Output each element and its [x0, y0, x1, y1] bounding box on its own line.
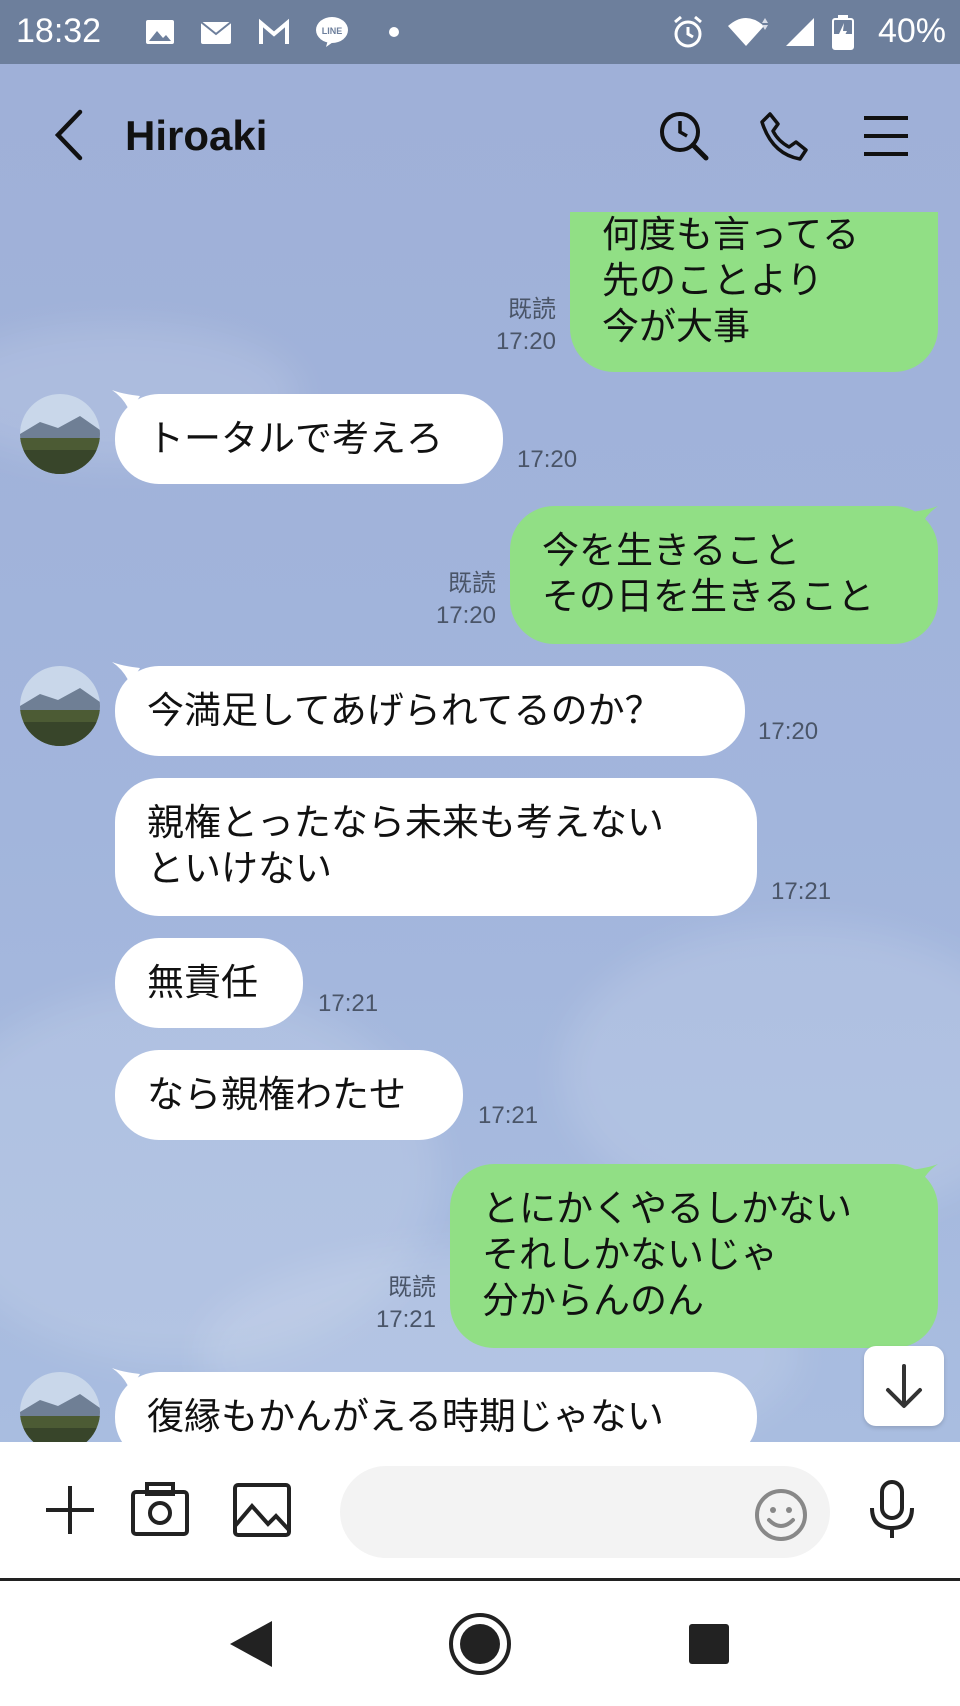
message-bubble-incoming[interactable]: なら親権わたせ: [115, 1050, 463, 1140]
svg-text:LINE: LINE: [322, 26, 343, 36]
message-bubble-outgoing[interactable]: 何度も言ってる 先のことより 今が大事: [570, 212, 938, 372]
search-icon[interactable]: [656, 108, 712, 164]
arrow-down-icon: [886, 1364, 922, 1408]
image-icon[interactable]: [232, 1480, 292, 1540]
phone-icon[interactable]: [756, 108, 812, 164]
read-receipt: 既読: [388, 1274, 436, 1301]
message-text: 分からんのん: [482, 1279, 704, 1322]
nav-recents-icon[interactable]: [674, 1609, 744, 1679]
message-text: 無責任: [147, 961, 258, 1004]
message-time: 17:20: [758, 718, 819, 745]
message-time: 17:20: [495, 328, 556, 355]
status-time: 18:32: [16, 12, 102, 50]
message-text: 何度も言ってる: [602, 213, 860, 256]
avatar[interactable]: [20, 666, 100, 746]
message-text: なら親権わたせ: [147, 1073, 406, 1116]
read-receipt: 既読: [448, 570, 496, 597]
message-meta: 17:21: [771, 876, 831, 908]
dot-icon: [389, 27, 399, 37]
read-receipt: 既読: [508, 296, 556, 323]
avatar[interactable]: [20, 394, 100, 474]
message-meta: 17:21: [318, 988, 378, 1020]
message-input-bar: [0, 1442, 960, 1581]
chat-title[interactable]: Hiroaki: [125, 112, 267, 160]
message-time: 17:20: [435, 602, 496, 629]
message-text: 先のことより: [602, 259, 824, 302]
message-text: 親権とったなら未来も考えない: [147, 801, 664, 844]
message-text: とにかくやるしかない: [482, 1187, 852, 1230]
mic-icon[interactable]: [862, 1480, 922, 1540]
message-time: 17:21: [318, 990, 379, 1017]
message-text: といけない: [147, 847, 332, 890]
message-text: 今を生きること: [542, 529, 801, 572]
au-mail-icon: [200, 21, 232, 44]
camera-icon[interactable]: [130, 1480, 190, 1540]
message-bubble-incoming[interactable]: 親権とったなら未来も考えない といけない: [115, 778, 757, 916]
message-bubble-incoming[interactable]: 今満足してあげられてるのか？: [115, 666, 745, 756]
message-text: 今満足してあげられてるのか？: [147, 689, 662, 732]
message-meta: 17:21: [478, 1100, 538, 1132]
chat-area[interactable]: Hiroaki 何度も言ってる 先のことより 今が大事 既読 17:20 トータ…: [0, 64, 960, 1442]
status-bar: 18:32 LINE 40%: [0, 0, 960, 64]
menu-icon[interactable]: [858, 108, 914, 164]
gallery-icon: [146, 20, 174, 44]
message-time: 17:20: [517, 446, 578, 473]
message-meta: 既読 17:20: [410, 568, 496, 632]
scroll-to-bottom-button[interactable]: [864, 1346, 944, 1426]
line-chat-screen: 18:32 LINE 40% Hiroaki 何度も言ってる 先のことより 今が…: [0, 0, 960, 1706]
message-text: 復縁もかんがえる時期じゃない: [147, 1395, 664, 1438]
line-icon: LINE: [316, 17, 348, 47]
message-meta: 既読 17:20: [470, 294, 556, 358]
message-time: 17:21: [375, 1306, 436, 1333]
message-meta: 17:20: [758, 716, 818, 748]
battery-percentage: 40%: [877, 12, 946, 50]
wifi-icon: [728, 18, 768, 46]
nav-back-icon[interactable]: [216, 1609, 286, 1679]
message-bubble-incoming[interactable]: 無責任: [115, 938, 303, 1028]
message-time: 17:21: [771, 878, 832, 905]
nav-home-icon[interactable]: [445, 1609, 515, 1679]
message-text: それしかないじゃ: [482, 1233, 778, 1276]
message-meta: 17:20: [517, 444, 577, 476]
chat-header: Hiroaki: [0, 64, 960, 204]
plus-icon[interactable]: [40, 1480, 100, 1540]
message-time: 17:21: [478, 1102, 539, 1129]
avatar[interactable]: [20, 1372, 100, 1442]
gmail-icon: [259, 18, 289, 44]
alarm-icon: [674, 15, 702, 48]
message-text: 今が大事: [602, 305, 750, 348]
signal-icon: [786, 18, 814, 46]
message-bubble-incoming[interactable]: 復縁もかんがえる時期じゃない: [115, 1372, 757, 1442]
message-text: その日を生きること: [542, 575, 875, 618]
back-icon[interactable]: [48, 108, 92, 162]
message-bubble-outgoing[interactable]: とにかくやるしかない それしかないじゃ 分からんのん: [450, 1164, 938, 1348]
system-nav-bar: [0, 1581, 960, 1706]
message-meta: 既読 17:21: [350, 1272, 436, 1336]
emoji-icon[interactable]: [754, 1488, 808, 1542]
battery-icon: [832, 15, 854, 50]
message-text: トータルで考えろ: [147, 417, 443, 460]
message-bubble-incoming[interactable]: トータルで考えろ: [115, 394, 503, 484]
message-bubble-outgoing[interactable]: 今を生きること その日を生きること: [510, 506, 938, 644]
